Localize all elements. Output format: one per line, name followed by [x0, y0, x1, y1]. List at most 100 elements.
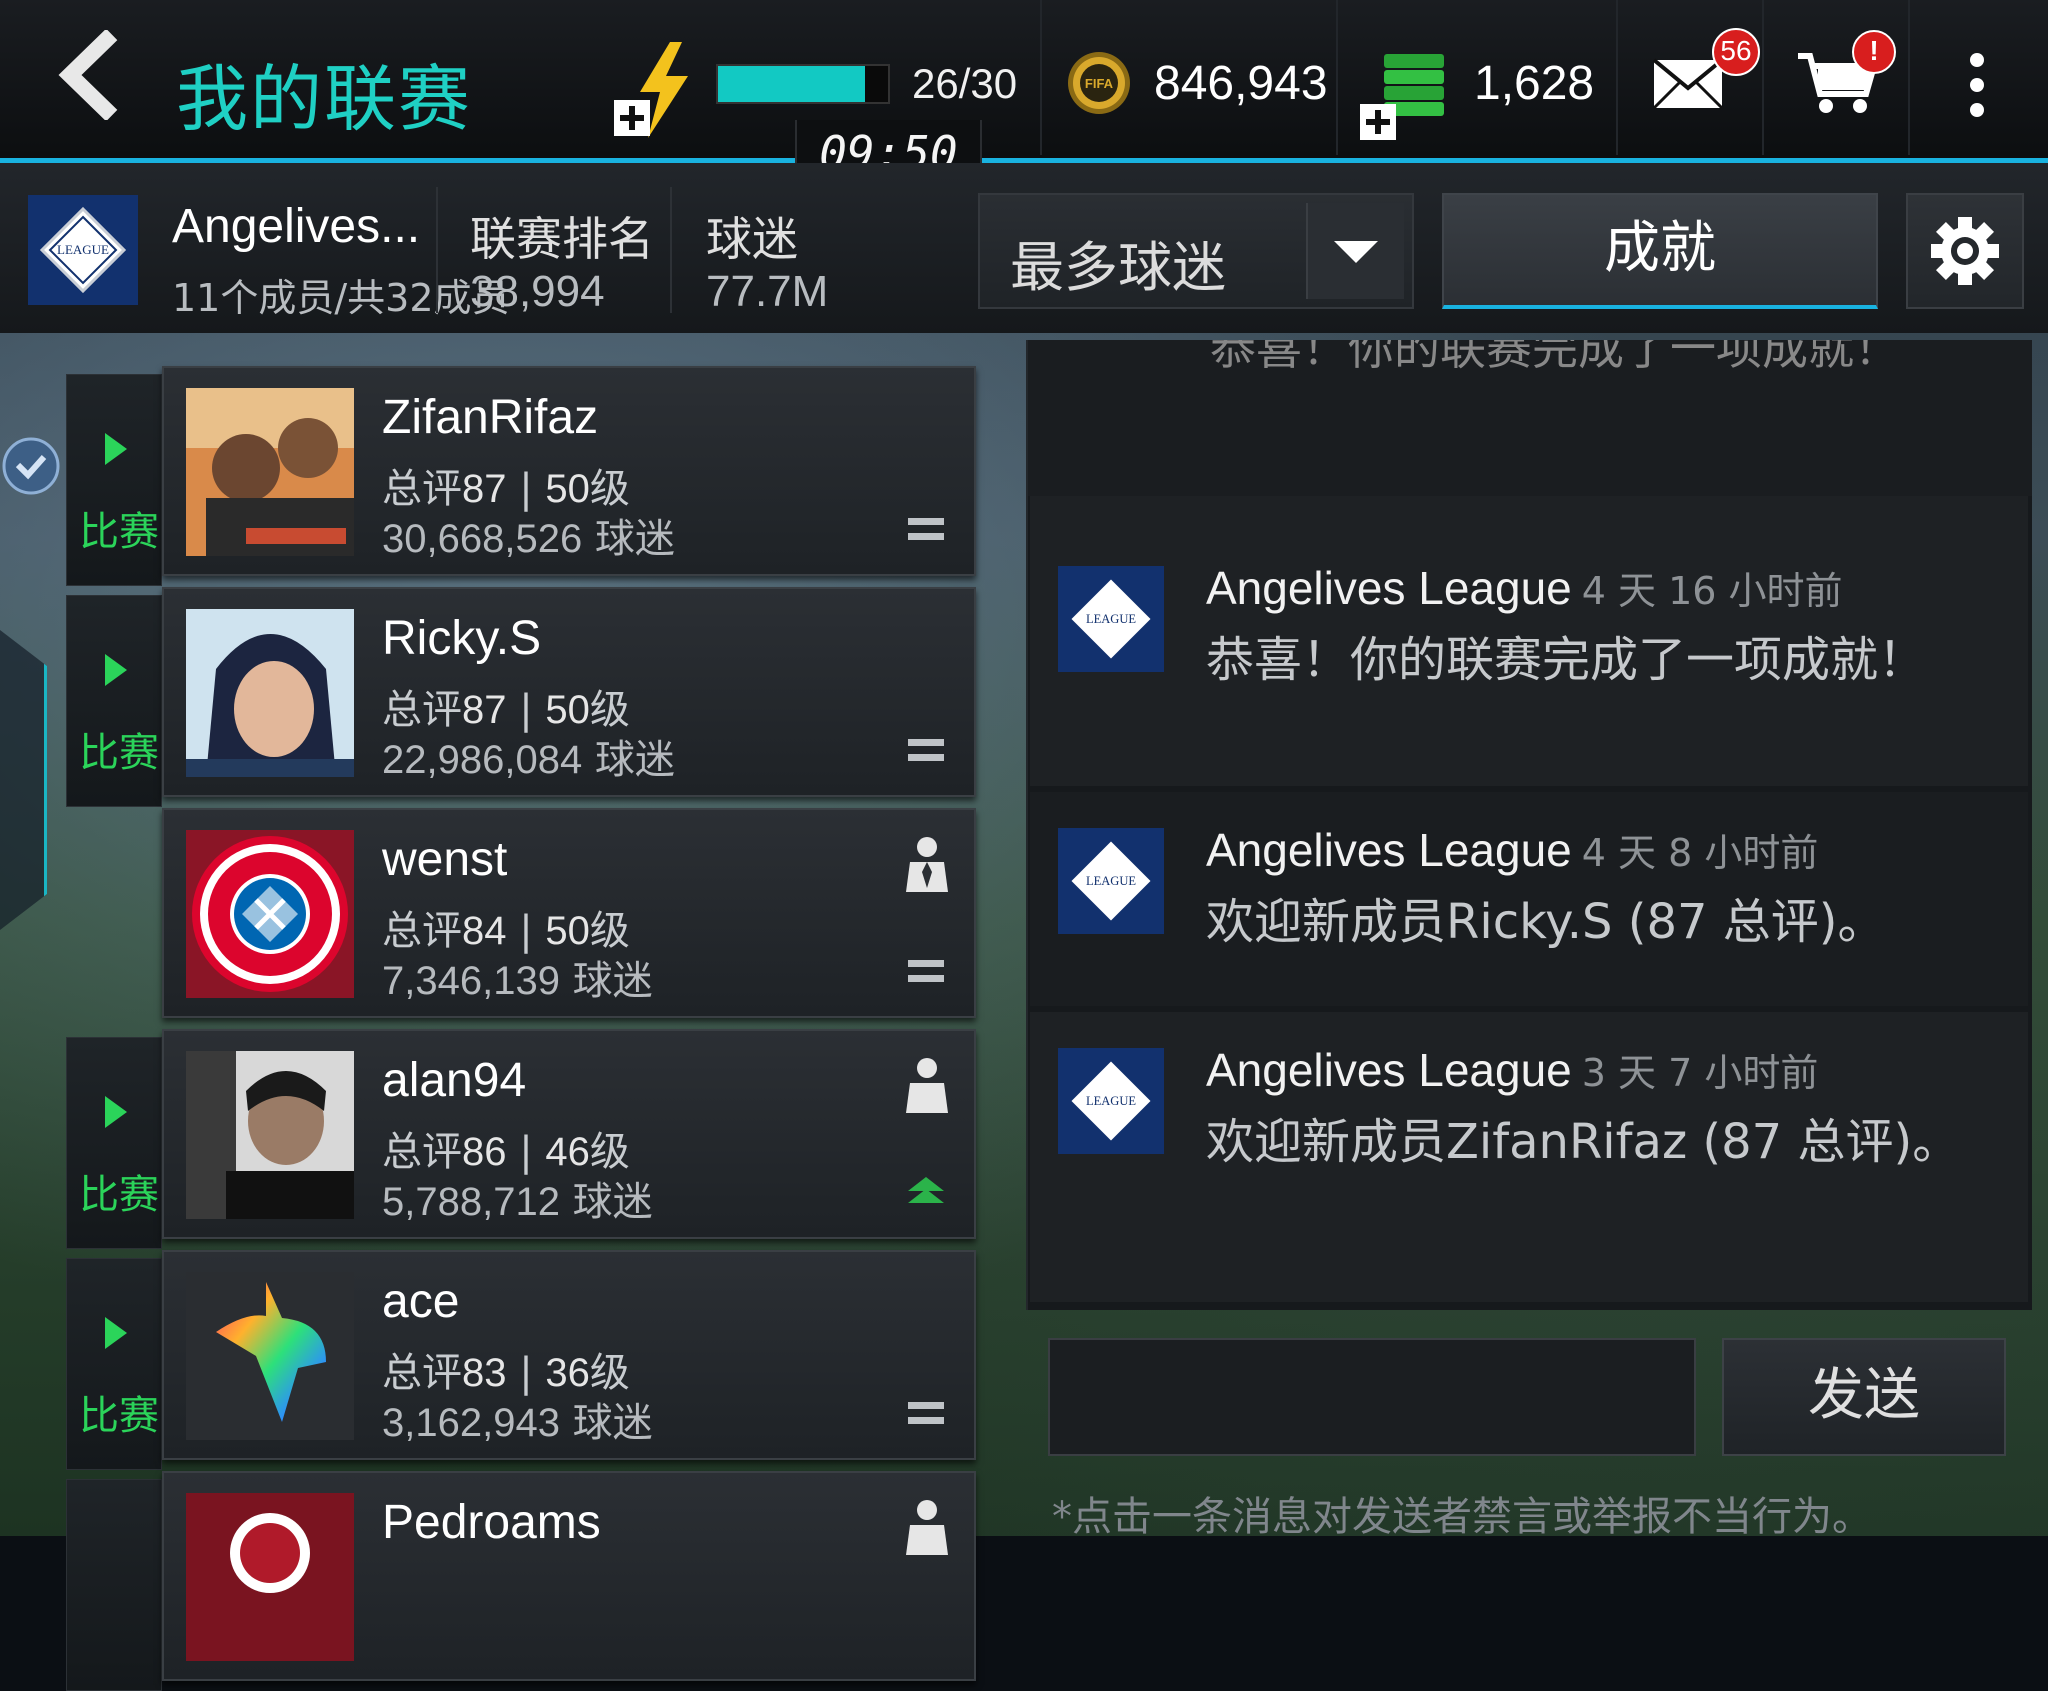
league-name: Angelives...	[172, 200, 421, 253]
member-card[interactable]: Ricky.S 总评87 | 50级 22,986,084 球迷	[162, 587, 976, 797]
chat-message-body: 恭喜！你的联赛完成了一项成就！	[1210, 340, 1900, 375]
member-row[interactable]: 比赛 Ricky.S 总评87 | 50级 22,986,084 球迷	[66, 587, 976, 807]
manager-icon	[906, 837, 948, 892]
plus-icon	[1360, 104, 1396, 140]
divider	[1336, 0, 1338, 155]
match-button[interactable]: 比赛	[66, 1037, 162, 1249]
up-arrow-icon	[908, 1177, 944, 1203]
chat-panel: 恭喜！你的联赛完成了一项成就！ LEAGUE Angelives League 4…	[1026, 340, 2032, 1310]
avatar	[186, 1051, 354, 1219]
back-icon	[58, 28, 118, 122]
member-name: ace	[382, 1275, 460, 1328]
chat-message[interactable]: LEAGUE Angelives League 4 天 16 小时前 恭喜！你的联…	[1030, 496, 2028, 786]
energy-refill-button[interactable]	[610, 40, 700, 140]
match-button[interactable]: 比赛	[66, 374, 162, 586]
coins-balance: 846,943	[1154, 57, 1328, 110]
match-label: 比赛	[79, 1172, 159, 1218]
league-rank-value: 38,994	[470, 267, 605, 316]
chat-author: Angelives League	[1206, 824, 1572, 876]
chat-message-header: Angelives League 4 天 16 小时前	[1206, 560, 1843, 615]
league-logo-icon: LEAGUE	[1058, 566, 1164, 672]
member-name: Ricky.S	[382, 612, 542, 665]
league-fans-value: 77.7M	[706, 267, 829, 316]
back-button[interactable]	[48, 28, 128, 122]
member-name: alan94	[382, 1054, 527, 1107]
gear-icon	[1931, 217, 1999, 285]
equals-icon	[908, 1402, 944, 1424]
member-row[interactable]: Pedroams	[66, 1471, 976, 1691]
league-rank-label: 联赛排名	[470, 212, 654, 266]
play-icon	[105, 433, 127, 465]
avatar	[186, 1493, 354, 1661]
avatar	[186, 609, 354, 777]
chat-message-header: Angelives League 3 天 7 小时前	[1206, 1042, 1818, 1097]
svg-text:LEAGUE: LEAGUE	[1086, 1094, 1136, 1108]
member-row[interactable]: 比赛 alan94 总评86 | 46级 5,788,712 球迷	[66, 1029, 976, 1249]
member-row[interactable]: 比赛 ace 总评83 | 36级 3,162,943 球迷	[66, 1250, 976, 1470]
chat-author: Angelives League	[1206, 562, 1572, 614]
match-button[interactable]: 比赛	[66, 1258, 162, 1470]
sort-dropdown[interactable]: 最多球迷	[978, 193, 1414, 309]
member-fans: 7,346,139 球迷	[382, 958, 653, 1004]
member-name: Pedroams	[382, 1496, 601, 1549]
sort-selected-value: 最多球迷	[1010, 236, 1226, 299]
divider	[670, 187, 672, 313]
avatar	[186, 830, 354, 998]
play-icon	[105, 654, 127, 686]
member-card[interactable]: ZifanRifaz 总评87 | 50级 30,668,526 球迷	[162, 366, 976, 576]
member-row[interactable]: 比赛 ZifanRifaz 总评87 | 50级 30,668,526 球迷	[66, 366, 976, 586]
equals-icon	[908, 518, 944, 540]
energy-bar	[716, 64, 890, 104]
equals-icon	[908, 739, 944, 761]
achievements-button[interactable]: 成就	[1442, 193, 1878, 309]
chat-moderation-note: *点击一条消息对发送者禁言或举报不当行为。	[1052, 1494, 1872, 1540]
match-label: 比赛	[79, 730, 159, 776]
send-button[interactable]: 发送	[1722, 1338, 2006, 1456]
member-card[interactable]: wenst 总评84 | 50级 7,346,139 球迷	[162, 808, 976, 1018]
member-fans: 22,986,084 球迷	[382, 737, 675, 783]
buy-cash-button[interactable]	[1358, 44, 1448, 140]
plus-icon	[614, 100, 650, 136]
player-icon	[906, 1500, 948, 1555]
play-icon	[105, 1317, 127, 1349]
member-row[interactable]: wenst 总评84 | 50级 7,346,139 球迷	[66, 808, 976, 1018]
equals-icon	[908, 960, 944, 982]
member-card[interactable]: ace 总评83 | 36级 3,162,943 球迷	[162, 1250, 976, 1460]
chat-message-clipped[interactable]: 恭喜！你的联赛完成了一项成就！	[1028, 340, 2032, 496]
chat-message[interactable]: LEAGUE Angelives League 3 天 7 小时前 欢迎新成员Zi…	[1030, 1012, 2028, 1302]
chevron-down-icon	[1334, 241, 1378, 263]
match-label: 比赛	[79, 509, 159, 555]
member-fans: 30,668,526 球迷	[382, 516, 675, 562]
league-logo-icon: LEAGUE	[1058, 1048, 1164, 1154]
mail-badge: 56	[1712, 28, 1760, 76]
member-fans: 5,788,712 球迷	[382, 1179, 653, 1225]
league-member-count: 11个成员/共32成员	[172, 276, 510, 320]
chat-timestamp: 4 天 8 小时前	[1581, 831, 1819, 875]
svg-text:FIFA: FIFA	[1085, 76, 1114, 91]
member-card[interactable]: alan94 总评86 | 46级 5,788,712 球迷	[162, 1029, 976, 1239]
chat-author: Angelives League	[1206, 1044, 1572, 1096]
chat-input[interactable]	[1048, 1338, 1696, 1456]
cart-badge: !	[1852, 30, 1896, 74]
chat-timestamp: 4 天 16 小时前	[1581, 569, 1843, 613]
mail-button[interactable]: 56	[1630, 20, 1760, 140]
sort-dropdown-toggle[interactable]	[1306, 203, 1404, 299]
shop-button[interactable]: !	[1776, 20, 1906, 140]
match-button[interactable]	[66, 1479, 162, 1691]
divider	[1908, 0, 1910, 155]
member-card[interactable]: Pedroams	[162, 1471, 976, 1681]
more-icon[interactable]	[1962, 52, 1992, 118]
league-fans-label: 球迷	[706, 212, 798, 266]
match-button[interactable]: 比赛	[66, 595, 162, 807]
match-label: 比赛	[79, 1393, 159, 1439]
mail-icon	[1652, 58, 1724, 110]
member-list: 比赛 ZifanRifaz 总评87 | 50级 30,668,526 球迷 比…	[0, 360, 1000, 1691]
svg-text:LEAGUE: LEAGUE	[1086, 612, 1136, 626]
chat-message[interactable]: LEAGUE Angelives League 4 天 8 小时前 欢迎新成员Ri…	[1030, 792, 2028, 1006]
settings-button[interactable]	[1906, 193, 2024, 309]
member-fans: 3,162,943 球迷	[382, 1400, 653, 1446]
chat-message-body: 恭喜！你的联赛完成了一项成就！	[1206, 632, 1927, 688]
chat-message-body: 欢迎新成员Ricky.S (87 总评)。	[1206, 894, 1886, 950]
svg-text:LEAGUE: LEAGUE	[57, 242, 109, 257]
chat-message-body: 欢迎新成员ZifanRifaz (87 总评)。	[1206, 1114, 1961, 1170]
